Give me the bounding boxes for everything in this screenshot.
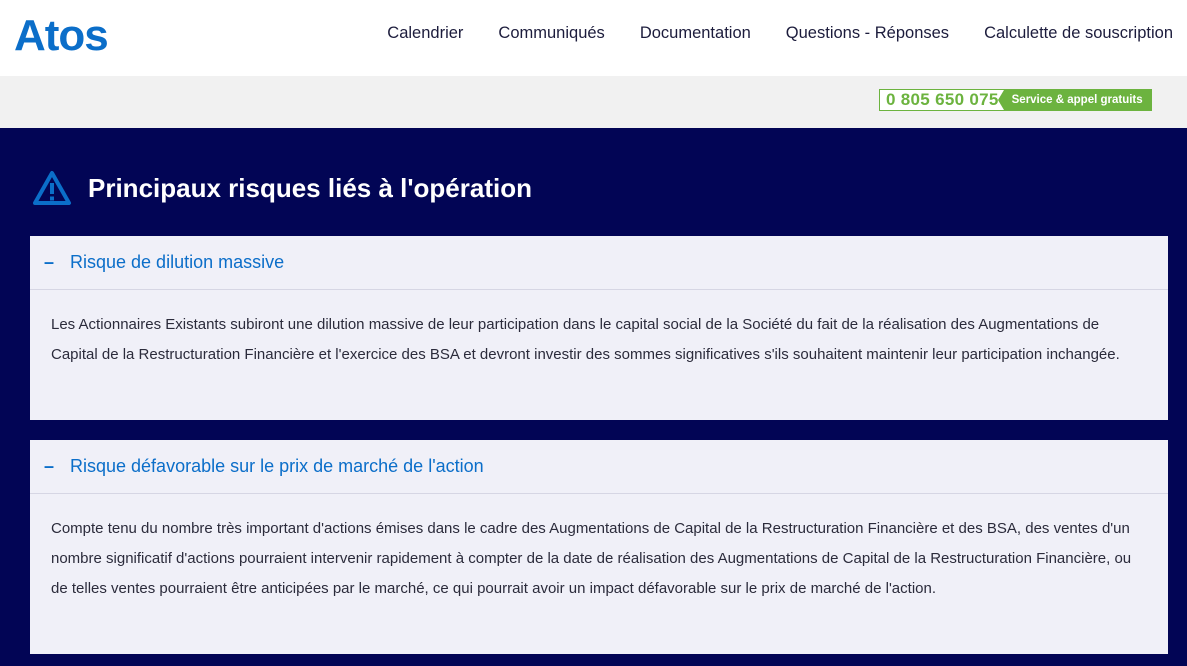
main-nav: Calendrier Communiqués Documentation Que… bbox=[352, 24, 1173, 43]
accordion-title: Risque défavorable sur le prix de marché… bbox=[70, 456, 484, 476]
nav-calendrier[interactable]: Calendrier bbox=[387, 24, 463, 43]
risks-section: Principaux risques liés à l'opération – … bbox=[0, 128, 1187, 666]
nav-calculette[interactable]: Calculette de souscription bbox=[984, 24, 1173, 43]
hotline-tag: Service & appel gratuits bbox=[997, 90, 1151, 110]
collapse-icon[interactable]: – bbox=[44, 456, 70, 477]
accordion-text: Compte tenu du nombre très important d'a… bbox=[51, 520, 1132, 597]
section-header: Principaux risques liés à l'opération bbox=[32, 170, 532, 206]
section-title: Principaux risques liés à l'opération bbox=[88, 172, 532, 203]
accordion-body: Compte tenu du nombre très important d'a… bbox=[30, 494, 1168, 624]
hotline-number: 0 805 650 075 bbox=[886, 90, 999, 109]
accordion-header[interactable]: – Risque de dilution massive bbox=[30, 236, 1168, 290]
logo-text: Atos bbox=[14, 11, 108, 60]
nav-questions-reponses[interactable]: Questions - Réponses bbox=[786, 24, 949, 43]
accordion-title: Risque de dilution massive bbox=[70, 252, 285, 272]
nav-documentation[interactable]: Documentation bbox=[640, 24, 751, 43]
accordion-body: Les Actionnaires Existants subiront une … bbox=[30, 290, 1168, 390]
warning-icon bbox=[33, 171, 71, 205]
accordion-prix-marche: – Risque défavorable sur le prix de marc… bbox=[30, 440, 1168, 654]
accordion-dilution: – Risque de dilution massive Les Actionn… bbox=[30, 236, 1168, 420]
collapse-icon[interactable]: – bbox=[44, 252, 70, 273]
atos-logo[interactable]: Atos bbox=[14, 10, 139, 60]
hotline-badge[interactable]: 0 805 650 075 Service & appel gratuits bbox=[879, 89, 1152, 111]
accordion-text: Les Actionnaires Existants subiront une … bbox=[51, 316, 1120, 363]
site-header: Atos Calendrier Communiqués Documentatio… bbox=[0, 0, 1187, 76]
accordion-header[interactable]: – Risque défavorable sur le prix de marc… bbox=[30, 440, 1168, 494]
nav-communiques[interactable]: Communiqués bbox=[498, 24, 604, 43]
